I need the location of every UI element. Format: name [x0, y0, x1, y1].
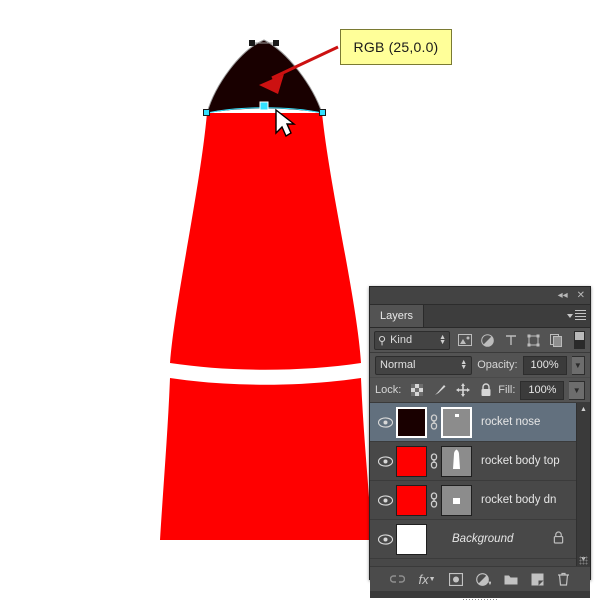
panel-footer [370, 591, 590, 600]
table-row[interactable]: rocket body dn [370, 481, 590, 520]
lock-all-icon[interactable] [479, 383, 493, 397]
lock-label: Lock: [375, 384, 402, 396]
fill-value[interactable]: 100% [520, 380, 565, 400]
close-icon[interactable]: ✕ [577, 290, 585, 301]
svg-text:▼: ▼ [487, 581, 491, 586]
delete-layer-icon[interactable] [557, 572, 570, 586]
layer-style-fx-icon[interactable]: fx ▼ [418, 572, 435, 587]
layer-name[interactable]: rocket body dn [481, 494, 556, 506]
tab-layers[interactable]: Layers [370, 305, 425, 327]
layers-panel[interactable]: ◂◂ ✕ Layers ⚲ Kind ▲ ▼ Normal ▲ ▼ Opacit… [369, 286, 591, 600]
color-value-callout: RGB (25,0.0) [340, 29, 452, 65]
layer-mask-thumbnail[interactable] [441, 406, 472, 438]
eye-icon[interactable] [374, 533, 396, 545]
table-row[interactable]: rocket body top [370, 442, 590, 481]
table-row[interactable]: rocket nose [370, 403, 590, 442]
adjustment-layer-filter-icon[interactable] [479, 332, 496, 349]
layer-thumbnail[interactable] [396, 445, 427, 477]
panel-titlebar: ◂◂ ✕ [370, 287, 590, 305]
layer-name[interactable]: rocket body top [481, 455, 560, 467]
screenshot-root: RGB (25,0.0) ◂◂ ✕ Layers ⚲ Kind ▲ ▼ Norm… [0, 0, 600, 600]
lock-image-pixels-icon[interactable] [433, 383, 447, 397]
table-row[interactable]: Background [370, 520, 590, 559]
blend-spinner-icon[interactable]: ▲ ▼ [460, 359, 467, 371]
lock-all-icon [553, 531, 564, 547]
callout-text: RGB (25,0.0) [353, 39, 439, 55]
scrollbar-track[interactable] [577, 416, 590, 553]
opacity-label: Opacity: [477, 359, 518, 371]
filter-kind-select[interactable]: ⚲ Kind ▲ ▼ [374, 330, 450, 350]
rocket-body-dn-shape [160, 378, 372, 540]
lock-position-icon[interactable] [456, 383, 471, 397]
layer-thumbnail[interactable] [396, 523, 427, 555]
layers-panel-toolbar: fx ▼ ▼ [370, 556, 590, 591]
kind-spinner-icon[interactable]: ▲ ▼ [439, 334, 446, 346]
layer-name[interactable]: rocket nose [481, 416, 540, 428]
layer-list[interactable]: rocket nose rocket body top rocket body … [370, 403, 590, 566]
layer-thumbnail[interactable] [396, 484, 427, 516]
blend-mode-label: Normal [380, 359, 416, 371]
new-adjustment-layer-icon[interactable]: ▼ [475, 572, 491, 586]
new-group-icon[interactable] [504, 574, 518, 585]
tabbar-filler [424, 305, 590, 327]
eye-icon[interactable] [374, 494, 396, 506]
fill-dropdown-icon[interactable]: ▼ [569, 380, 585, 400]
rocket-body-top-shape [170, 113, 361, 370]
filter-kind-label: Kind [390, 334, 413, 346]
layer-filter-row: ⚲ Kind ▲ ▼ [370, 328, 590, 353]
layer-mask-thumbnail[interactable] [441, 445, 472, 477]
layer-name[interactable]: Background [452, 533, 513, 545]
add-layer-mask-icon[interactable] [448, 572, 463, 586]
layer-thumbnail[interactable] [396, 406, 427, 438]
link-layers-icon[interactable] [390, 574, 406, 584]
panel-menu-icon[interactable] [567, 309, 586, 322]
nose-top-handle-left[interactable] [249, 40, 255, 46]
lock-transparent-pixels-icon[interactable] [410, 383, 424, 397]
panel-tabbar: Layers [370, 305, 590, 328]
new-layer-icon[interactable] [531, 573, 544, 586]
link-icon[interactable] [427, 492, 441, 508]
nose-top-handle-right[interactable] [273, 40, 279, 46]
pixel-layer-filter-icon[interactable] [456, 332, 473, 349]
scroll-up-arrow-icon[interactable]: ▲ [577, 403, 590, 416]
link-icon[interactable] [427, 414, 441, 430]
search-icon: ⚲ [378, 334, 387, 347]
nose-anchor-left[interactable] [204, 110, 209, 115]
shape-layer-filter-icon[interactable] [525, 332, 542, 349]
smart-object-filter-icon[interactable] [548, 332, 565, 349]
opacity-value[interactable]: 100% [522, 355, 567, 375]
panel-resize-grip[interactable] [579, 556, 588, 565]
eye-icon[interactable] [374, 416, 396, 428]
type-layer-filter-icon[interactable] [502, 332, 519, 349]
layer-list-scrollbar[interactable]: ▲ ▼ [576, 403, 590, 566]
blend-opacity-row: Normal ▲ ▼ Opacity: 100% ▼ [370, 353, 590, 378]
filter-toggle-switch[interactable] [574, 331, 585, 349]
nose-anchor-center[interactable] [259, 101, 269, 111]
layer-mask-thumbnail[interactable] [441, 484, 472, 516]
link-icon[interactable] [427, 453, 441, 469]
collapse-icon[interactable]: ◂◂ [558, 290, 568, 301]
fill-label: Fill: [498, 384, 516, 396]
opacity-dropdown-icon[interactable]: ▼ [571, 355, 585, 375]
nose-anchor-right[interactable] [320, 110, 325, 115]
eye-icon[interactable] [374, 455, 396, 467]
tab-layers-label: Layers [380, 310, 414, 322]
lock-fill-row: Lock: Fill: 100% ▼ [370, 378, 590, 403]
blend-mode-select[interactable]: Normal ▲ ▼ [375, 355, 473, 375]
